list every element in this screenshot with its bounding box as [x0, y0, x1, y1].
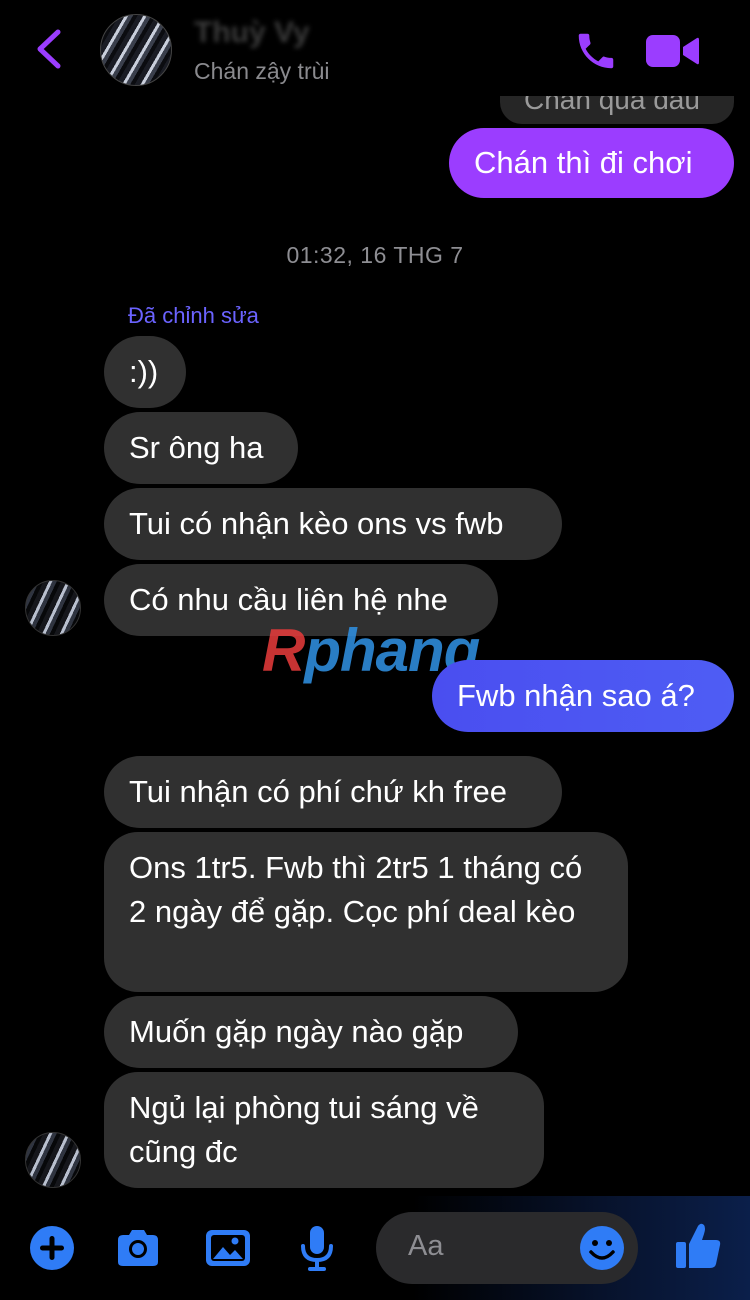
contact-avatar[interactable] — [100, 14, 172, 86]
message-bubble-outgoing[interactable]: Chán thì đi chơi — [449, 128, 734, 198]
message-bubble-outgoing[interactable]: Fwb nhận sao á? — [432, 660, 734, 732]
message-timestamp: 01:32, 16 THG 7 — [286, 242, 464, 268]
message-bubble-incoming[interactable]: Sr ông ha — [104, 412, 298, 484]
chat-header: Thuỳ Vy Chán zậy trùi — [0, 0, 750, 96]
back-chevron-icon[interactable] — [30, 26, 70, 72]
plus-circle-icon[interactable] — [28, 1224, 76, 1272]
thumbs-up-icon[interactable] — [674, 1220, 722, 1272]
message-list[interactable]: Chán quá đau Chán thì đi chơi 01:32, 16 … — [0, 60, 750, 1196]
message-bubble-incoming[interactable]: Tui nhận có phí chứ kh free — [104, 756, 562, 828]
message-input[interactable]: Aa — [376, 1212, 638, 1284]
sender-avatar[interactable] — [25, 580, 81, 636]
camera-icon[interactable] — [114, 1224, 162, 1272]
message-bubble-incoming[interactable]: Ngủ lại phòng tui sáng về cũng đc — [104, 1072, 544, 1188]
message-text: Ons 1tr5. Fwb thì 2tr5 1 tháng có 2 ngày… — [129, 850, 583, 929]
message-text: Fwb nhận sao á? — [457, 678, 695, 713]
message-bubble-incoming[interactable]: Tui có nhận kèo ons vs fwb — [104, 488, 562, 560]
message-text: Tui nhận có phí chứ kh free — [129, 774, 508, 809]
message-text: Chán thì đi chơi — [474, 145, 693, 180]
smiley-icon[interactable] — [578, 1224, 626, 1272]
message-text: Muốn gặp ngày nào gặp — [129, 1014, 464, 1049]
message-bubble-incoming[interactable]: Ons 1tr5. Fwb thì 2tr5 1 tháng có 2 ngày… — [104, 832, 628, 992]
message-text: :)) — [129, 354, 159, 389]
image-icon[interactable] — [204, 1224, 252, 1272]
message-text: Ngủ lại phòng tui sáng về cũng đc — [129, 1090, 479, 1169]
message-text: Sr ông ha — [129, 430, 264, 465]
contact-status: Chán zậy trùi — [194, 58, 330, 84]
message-input-placeholder: Aa — [408, 1230, 444, 1262]
edited-label: Đã chỉnh sửa — [128, 303, 259, 328]
microphone-icon[interactable] — [293, 1224, 341, 1272]
message-text: Tui có nhận kèo ons vs fwb — [129, 506, 504, 541]
video-camera-icon[interactable] — [644, 32, 700, 70]
contact-name[interactable]: Thuỳ Vy — [194, 16, 310, 50]
message-bubble-incoming[interactable]: :)) — [104, 336, 186, 408]
composer-bar: Aa — [0, 1196, 750, 1300]
message-bubble-incoming[interactable]: Muốn gặp ngày nào gặp — [104, 996, 518, 1068]
phone-icon[interactable] — [573, 28, 619, 74]
sender-avatar[interactable] — [25, 1132, 81, 1188]
